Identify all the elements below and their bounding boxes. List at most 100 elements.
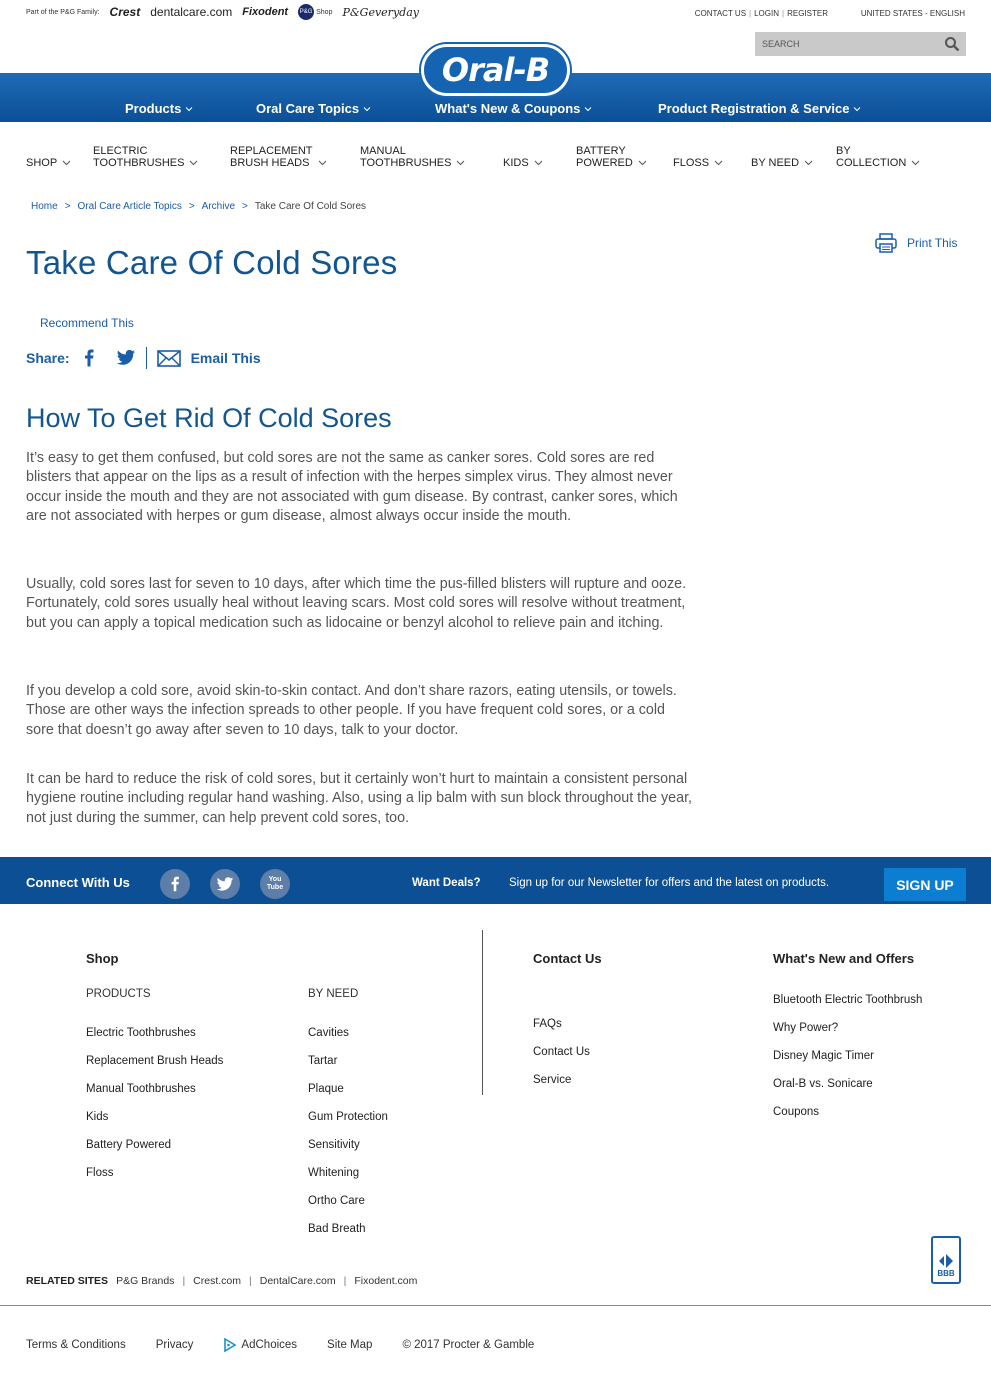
adchoices-icon <box>224 1338 237 1352</box>
related-link[interactable]: P&G Brands <box>116 1275 174 1287</box>
footer-link[interactable]: Manual Toothbrushes <box>86 1083 196 1095</box>
site-map-link[interactable]: Site Map <box>327 1339 372 1351</box>
chevron-down-icon <box>804 160 813 166</box>
related-separator: | <box>343 1275 347 1287</box>
print-label: Print This <box>907 236 958 250</box>
divider: | <box>749 9 752 18</box>
article-paragraph: If you develop a cold sore, avoid skin-t… <box>26 683 677 738</box>
facebook-icon[interactable] <box>82 349 96 367</box>
contact-us-link[interactable]: CONTACT US <box>695 9 746 18</box>
category-bar: SHOP ELECTRIC TOOTHBRUSHES REPLACEMENT BRU… <box>0 122 991 190</box>
register-link[interactable]: REGISTER <box>787 9 828 18</box>
breadcrumb-separator: > <box>64 201 71 212</box>
chevron-down-icon <box>318 160 326 166</box>
divider: | <box>782 9 785 18</box>
footer-link[interactable]: Whitening <box>308 1167 359 1179</box>
footer-link[interactable]: Battery Powered <box>86 1139 171 1151</box>
nav-product-registration[interactable]: Product Registration & Service <box>658 101 861 116</box>
category-kids[interactable]: KIDS <box>503 145 543 169</box>
category-electric-toothbrushes[interactable]: ELECTRIC TOOTHBRUSHES <box>93 145 198 169</box>
category-by-collection[interactable]: BY COLLECTION <box>836 145 920 169</box>
bbb-label: BBB <box>937 1269 955 1278</box>
footer-link[interactable]: Contact Us <box>533 1046 590 1058</box>
category-label: FLOSS <box>673 157 710 169</box>
footer-twitter-button[interactable] <box>210 869 240 899</box>
breadcrumb-oral-care-topics[interactable]: Oral Care Article Topics <box>78 201 182 212</box>
breadcrumb-home[interactable]: Home <box>31 201 58 212</box>
nav-oral-care-topics[interactable]: Oral Care Topics <box>256 101 371 116</box>
footer-products-subheading: PRODUCTS <box>86 988 151 1000</box>
category-by-need[interactable]: BY NEED <box>751 145 813 169</box>
adchoices-link[interactable]: AdChoices <box>223 1338 297 1352</box>
bbb-accreditation-badge[interactable]: BBB <box>931 1236 961 1284</box>
footer-youtube-button[interactable]: You Tube <box>260 869 290 899</box>
chevron-down-icon <box>185 106 193 111</box>
locale-selector[interactable]: UNITED STATES - ENGLISH <box>861 9 965 18</box>
twitter-icon[interactable] <box>116 349 136 367</box>
breadcrumb-current: Take Care Of Cold Sores <box>254 201 367 212</box>
sign-up-button[interactable]: SIGN UP <box>884 868 966 901</box>
connect-title: Connect With Us <box>26 875 130 890</box>
copyright: © 2017 Procter & Gamble <box>402 1339 535 1351</box>
adchoices-label: AdChoices <box>241 1339 298 1351</box>
footer-link[interactable]: Why Power? <box>773 1022 838 1034</box>
dentalcare-link[interactable]: dentalcare.com <box>150 5 232 19</box>
footer-link[interactable]: Plaque <box>308 1083 344 1095</box>
recommend-button[interactable]: Recommend This <box>40 316 134 330</box>
pg-everyday-link[interactable]: P&Geveryday <box>342 6 419 19</box>
footer-link[interactable]: Bad Breath <box>308 1223 366 1235</box>
facebook-icon <box>171 876 179 892</box>
footer-link[interactable]: Sensitivity <box>308 1139 360 1151</box>
category-label: BY NEED <box>751 157 800 169</box>
crest-link[interactable]: Crest <box>110 5 141 19</box>
nav-whats-new[interactable]: What's New & Coupons <box>435 101 592 116</box>
related-link[interactable]: Fixodent.com <box>354 1275 417 1287</box>
chevron-down-icon <box>62 160 71 166</box>
share-label: Share: <box>26 350 70 366</box>
oral-b-logo[interactable]: Oral-B <box>421 44 570 96</box>
pg-family-intro: Part of the P&G Family: <box>26 8 100 16</box>
footer-facebook-button[interactable] <box>160 869 190 899</box>
related-link[interactable]: Crest.com <box>193 1275 241 1287</box>
related-separator: | <box>182 1275 186 1287</box>
bbb-torch-icon <box>939 1254 953 1268</box>
footer-link[interactable]: FAQs <box>533 1018 562 1030</box>
footer-link[interactable]: Gum Protection <box>308 1111 388 1123</box>
twitter-icon <box>216 876 234 891</box>
footer-link[interactable]: Replacement Brush Heads <box>86 1055 223 1067</box>
search-input[interactable] <box>755 39 935 49</box>
email-this-link[interactable]: Email This <box>191 350 261 366</box>
footer-link[interactable]: Kids <box>86 1111 108 1123</box>
category-shop[interactable]: SHOP <box>26 145 71 169</box>
category-manual-toothbrushes[interactable]: MANUAL TOOTHBRUSHES <box>360 145 465 169</box>
footer-link[interactable]: Oral-B vs. Sonicare <box>773 1078 873 1090</box>
related-link[interactable]: DentalCare.com <box>260 1275 336 1287</box>
nav-products[interactable]: Products <box>125 101 193 116</box>
breadcrumb-archive[interactable]: Archive <box>202 201 235 212</box>
pg-family-strip: Part of the P&G Family: Crest dentalcare… <box>26 4 419 20</box>
printer-icon <box>875 233 897 253</box>
privacy-link[interactable]: Privacy <box>156 1339 194 1351</box>
chevron-down-icon <box>911 160 920 166</box>
footer-link[interactable]: Disney Magic Timer <box>773 1050 874 1062</box>
youtube-icon-top: You <box>268 876 282 883</box>
category-battery-powered[interactable]: BATTERY POWERED <box>576 145 647 169</box>
footer-link[interactable]: Ortho Care <box>308 1195 365 1207</box>
email-icon[interactable] <box>156 349 181 367</box>
footer-link[interactable]: Coupons <box>773 1106 819 1118</box>
footer-link[interactable]: Bluetooth Electric Toothbrush <box>773 994 922 1006</box>
login-link[interactable]: LOGIN <box>754 9 779 18</box>
terms-link[interactable]: Terms & Conditions <box>26 1339 126 1351</box>
related-sites: RELATED SITES P&G Brands | Crest.com | D… <box>26 1275 417 1287</box>
footer-link[interactable]: Cavities <box>308 1027 349 1039</box>
footer-link[interactable]: Tartar <box>308 1055 337 1067</box>
category-floss[interactable]: FLOSS <box>673 145 723 169</box>
footer-link[interactable]: Service <box>533 1074 571 1086</box>
pg-shop-link[interactable]: P&G Shop <box>298 4 332 20</box>
footer-link[interactable]: Electric Toothbrushes <box>86 1027 196 1039</box>
footer-link[interactable]: Floss <box>86 1167 113 1179</box>
search-icon[interactable] <box>944 36 960 52</box>
category-replacement-brush-heads[interactable]: REPLACEMENT BRUSH HEADS <box>230 145 327 169</box>
fixodent-link[interactable]: Fixodent <box>242 6 288 18</box>
print-button[interactable]: Print This <box>875 233 957 253</box>
